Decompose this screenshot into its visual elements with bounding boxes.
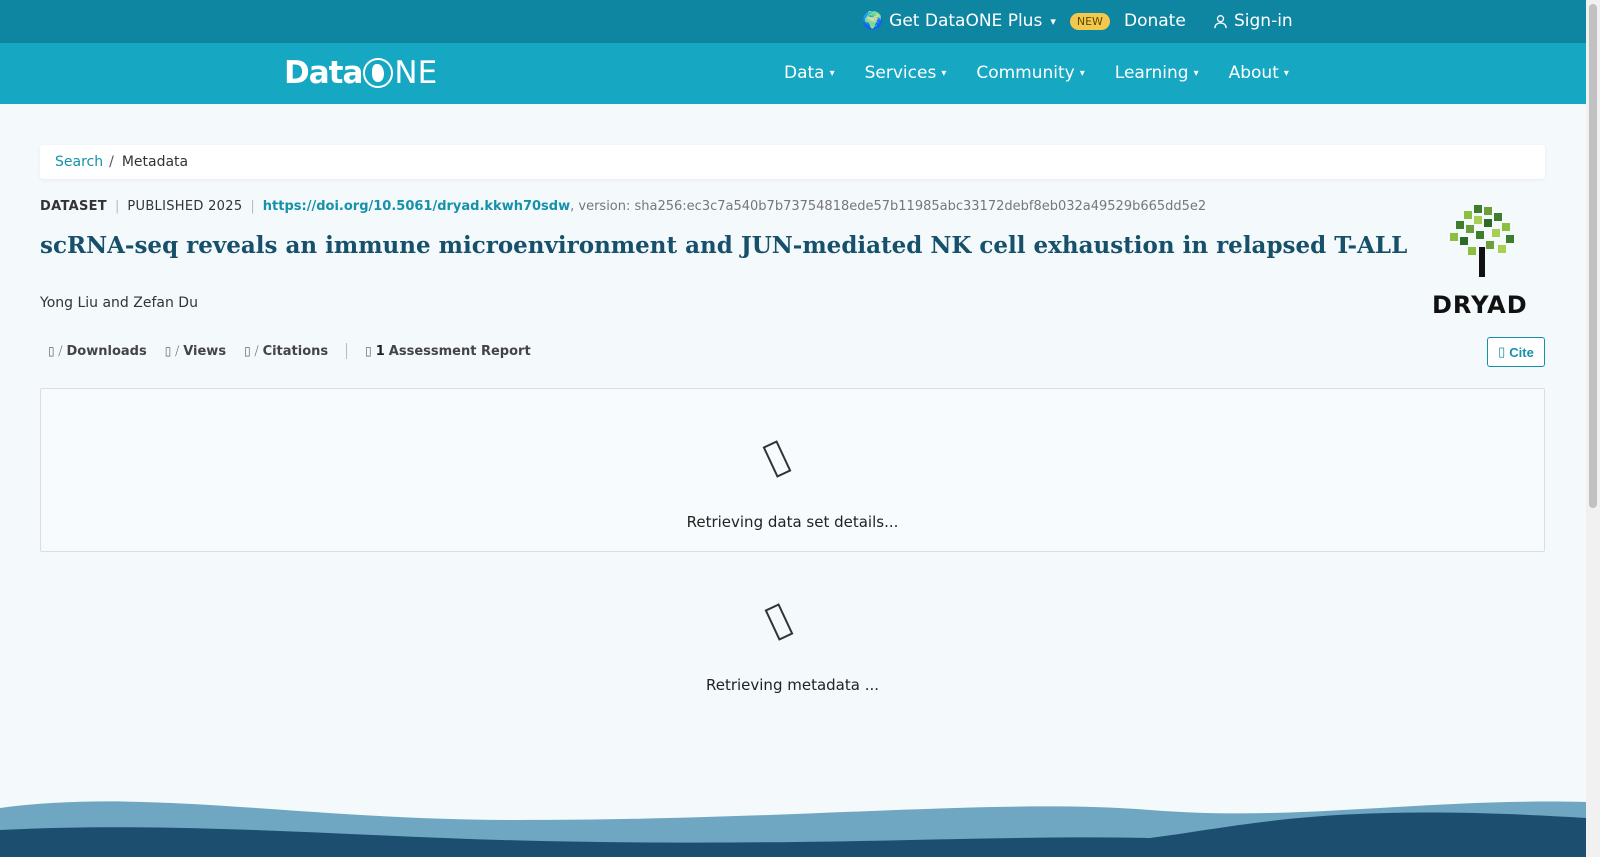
- dataset-meta-line: DATASET | PUBLISHED 2025 | https://doi.o…: [40, 199, 1206, 214]
- globe-icon: 🌍: [862, 11, 884, 31]
- download-icon: ▯ ⧸: [48, 343, 63, 358]
- assessment-label: Assessment Report: [388, 343, 531, 359]
- nav-item-data[interactable]: Data ▾: [784, 63, 835, 83]
- breadcrumb-search-link[interactable]: Search: [55, 154, 103, 170]
- dataset-authors: Yong Liu and Zefan Du: [40, 295, 198, 311]
- footer-wave-decoration: [0, 801, 1586, 857]
- quote-icon: ▯: [1498, 344, 1506, 359]
- scrollbar-thumb[interactable]: [1589, 4, 1597, 508]
- chevron-down-icon: ▾: [829, 67, 835, 79]
- dataset-details-panel: Retrieving data set details...: [40, 388, 1545, 552]
- new-badge: NEW: [1069, 12, 1110, 30]
- donate-link[interactable]: Donate: [1124, 11, 1186, 31]
- chevron-down-icon: ▾: [941, 67, 947, 79]
- dryad-wordmark: DRYAD: [1432, 291, 1528, 319]
- nav-item-services[interactable]: Services ▾: [865, 63, 947, 83]
- dataset-metrics: ▯ ⧸ Downloads ▯ ⧸ Views ▯ ⧸ Citations ▯ 1 Ass…: [48, 343, 549, 359]
- dataset-title: scRNA-seq reveals an immune microenviron…: [40, 232, 1408, 259]
- breadcrumb-current: Metadata: [121, 154, 189, 170]
- dryad-repository-logo[interactable]: DRYAD: [1430, 205, 1534, 320]
- loading-details-message: Retrieving data set details...: [686, 513, 899, 531]
- top-utility-bar: 🌍 Get DataONE Plus ▾ NEW Donate Sign-in: [0, 0, 1586, 43]
- published-year: PUBLISHED 2025: [127, 199, 243, 214]
- logo-text-ne: NE: [394, 55, 438, 91]
- nav-item-label: Data: [784, 63, 825, 83]
- nav-item-label: Community: [976, 63, 1075, 83]
- main-navigation: Data NE Data ▾ Services ▾ Community ▾ Learn…: [0, 43, 1586, 104]
- tree-icon: [1450, 205, 1514, 277]
- get-dataone-plus-menu[interactable]: 🌍 Get DataONE Plus ▾ NEW: [862, 11, 1110, 31]
- assessment-count: 1: [375, 343, 385, 359]
- breadcrumb: Search / Metadata: [40, 145, 1545, 179]
- report-icon: ▯: [365, 344, 372, 358]
- chevron-down-icon: ▾: [1050, 14, 1056, 28]
- get-dataone-plus-label: Get DataONE Plus: [889, 11, 1043, 31]
- chevron-down-icon: ▾: [1079, 67, 1085, 79]
- sign-in-link[interactable]: Sign-in: [1213, 11, 1293, 31]
- sign-in-label: Sign-in: [1234, 11, 1293, 31]
- loading-spinner-icon: [762, 440, 792, 478]
- version-hash: , version: sha256:ec3c7a540b7b73754818ed…: [570, 199, 1207, 214]
- cite-label: Cite: [1509, 344, 1534, 360]
- page-scrollbar[interactable]: [1586, 0, 1600, 857]
- logo-text-data: Data: [284, 55, 363, 91]
- nav-item-about[interactable]: About ▾: [1229, 63, 1289, 83]
- breadcrumb-separator: /: [109, 154, 114, 170]
- divider: |: [250, 199, 255, 214]
- dataone-logo[interactable]: Data NE: [284, 55, 437, 91]
- downloads-label: Downloads: [66, 343, 147, 359]
- eye-icon: ▯ ⧸: [164, 343, 180, 358]
- views-label: Views: [183, 343, 227, 359]
- chevron-down-icon: ▾: [1193, 67, 1199, 79]
- nav-item-label: About: [1228, 63, 1279, 83]
- dataset-type: DATASET: [40, 199, 107, 214]
- views-metric[interactable]: ▯ ⧸ Views: [165, 344, 226, 359]
- loading-metadata-message: Retrieving metadata ...: [705, 676, 880, 694]
- assessment-report-link[interactable]: ▯ 1 Assessment Report: [365, 344, 531, 359]
- nav-item-label: Services: [864, 63, 937, 83]
- cite-button[interactable]: ▯ Cite: [1487, 337, 1545, 367]
- globe-o-icon: [363, 58, 394, 88]
- downloads-metric[interactable]: ▯ ⧸ Downloads: [48, 344, 147, 359]
- user-icon: [1214, 14, 1227, 28]
- citations-metric[interactable]: ▯ ⧸ Citations: [244, 344, 328, 359]
- loading-spinner-icon: [764, 603, 794, 641]
- doi-link[interactable]: https://doi.org/10.5061/dryad.kkwh70sdw: [263, 199, 570, 214]
- nav-item-community[interactable]: Community ▾: [976, 63, 1084, 83]
- nav-item-label: Learning: [1114, 63, 1189, 83]
- nav-menu: Data ▾ Services ▾ Community ▾ Learning ▾ Abo…: [784, 63, 1289, 83]
- metrics-divider: [346, 343, 348, 359]
- quote-icon: ▯ ⧸: [244, 343, 259, 358]
- citations-label: Citations: [262, 343, 329, 359]
- chevron-down-icon: ▾: [1283, 67, 1289, 79]
- nav-item-learning[interactable]: Learning ▾: [1115, 63, 1199, 83]
- divider: |: [114, 199, 120, 214]
